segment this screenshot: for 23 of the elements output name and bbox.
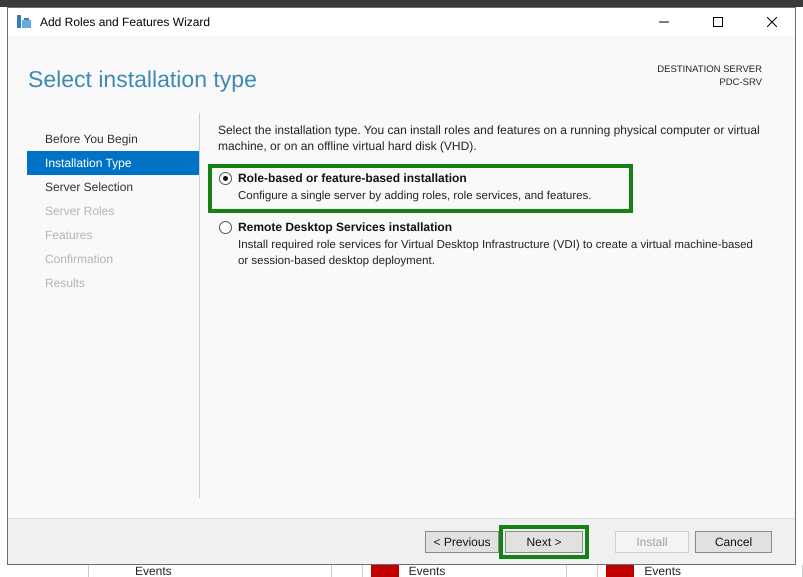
option-title: Role-based or feature-based installation [238,171,467,185]
wizard-step[interactable]: Before You Begin [27,127,199,151]
option-title: Remote Desktop Services installation [238,220,452,234]
maximize-icon [713,17,723,27]
close-icon [767,17,777,27]
option-description: Configure a single server by adding roles, role services, and features. [238,189,592,204]
wizard-step[interactable]: Installation Type [27,151,199,175]
radio-button[interactable] [219,220,232,234]
tile-title: Events [135,565,172,577]
wizard-button[interactable]: < Previous [425,530,499,552]
tile-title: Events [408,565,446,577]
wizard-button[interactable]: Cancel [695,530,772,552]
radio-button[interactable] [219,172,232,184]
wizard-step[interactable]: Server Selection [27,175,199,199]
tile-title: Events [644,565,682,577]
server-icon [16,15,32,29]
page-title: Select installation type [28,66,257,94]
destination-server: PDC-SRV [719,77,762,88]
wizard-button[interactable]: Next > [505,530,583,552]
window-title: Add Roles and Features Wizard [40,15,212,29]
intro-text: Select the installation type. You can install roles and features on a running physical computer or virtual machine, or on an offline virtual hard disk (VHD). [218,122,761,154]
option-description: Install required role services for Virtual Desktop Infrastructure (VDI) to create a virtual machine-based or session-based desktop deployment. [238,238,754,269]
destination-label: DESTINATION SERVER [657,64,762,75]
